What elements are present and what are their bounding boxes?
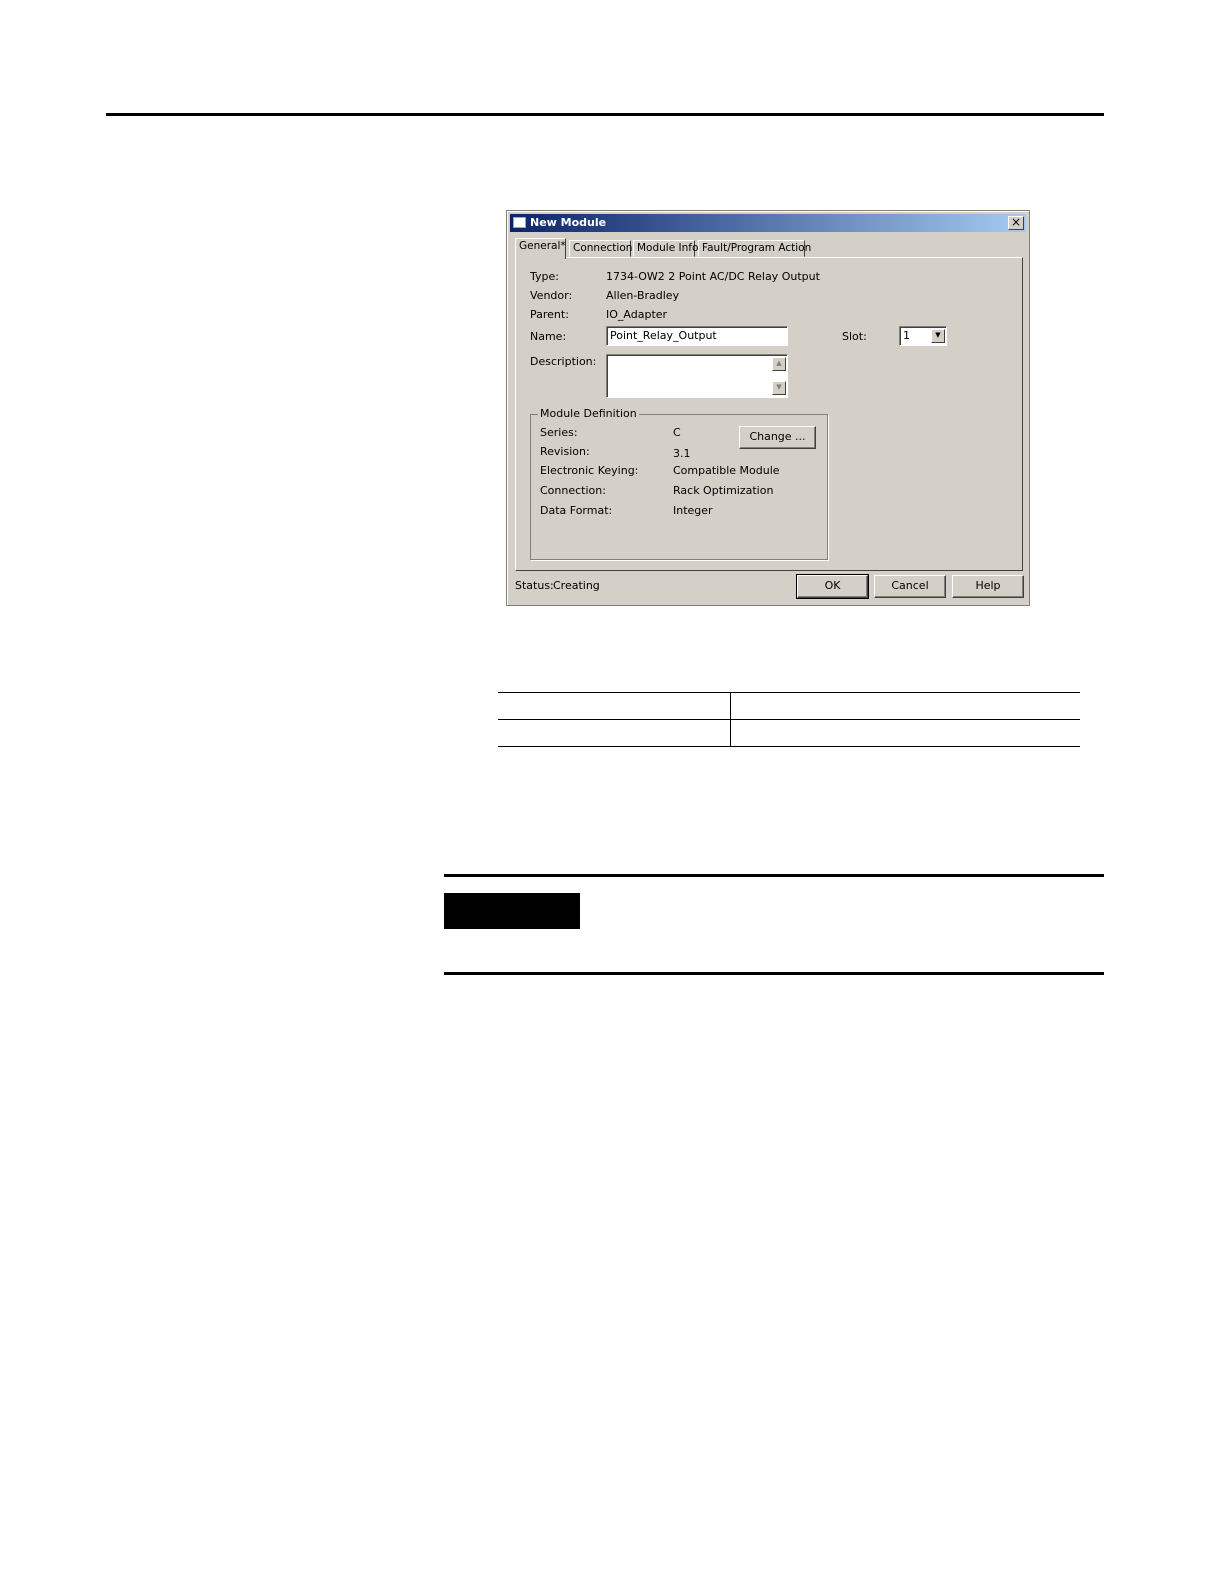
tab-module-info-label: Module Info <box>637 242 699 254</box>
dialog-title: New Module <box>530 216 607 229</box>
tab-general-label: General* <box>519 240 566 252</box>
table-bottom-rule <box>498 746 1080 747</box>
note-badge <box>444 893 580 929</box>
tab-connection-label: Connection <box>573 242 633 254</box>
window-icon <box>513 217 526 228</box>
table-column-divider <box>730 692 731 747</box>
data-format-label: Data Format: <box>540 504 613 517</box>
status-label: Status: <box>515 579 554 592</box>
tab-general[interactable]: General* <box>515 238 566 259</box>
slot-label: Slot: <box>842 330 867 343</box>
status-value: Creating <box>553 579 600 592</box>
data-format-value: Integer <box>673 504 713 517</box>
module-definition-title: Module Definition <box>538 407 639 420</box>
tab-connection[interactable]: Connection <box>569 240 633 257</box>
ok-button[interactable]: OK <box>796 574 869 599</box>
electronic-keying-value: Compatible Module <box>673 464 780 477</box>
note-top-rule <box>444 874 1104 877</box>
series-label: Series: <box>540 426 578 439</box>
parent-label: Parent: <box>530 308 569 321</box>
title-bar[interactable]: New Module × <box>510 214 1026 232</box>
down-arrow-icon[interactable]: ▼ <box>931 329 945 343</box>
series-value: C <box>673 426 681 439</box>
tab-fault-program-action-label: Fault/Program Action <box>702 242 812 254</box>
tab-module-info[interactable]: Module Info <box>633 240 699 257</box>
electronic-keying-label: Electronic Keying: <box>540 464 639 477</box>
connection-label: Connection: <box>540 484 606 497</box>
revision-value: 3.1 <box>673 447 691 460</box>
change-button[interactable]: Change ... <box>739 426 816 449</box>
revision-label: Revision: <box>540 445 590 458</box>
connection-value: Rack Optimization <box>673 484 774 497</box>
parent-value: IO_Adapter <box>606 308 668 321</box>
name-label: Name: <box>530 330 567 343</box>
new-module-dialog: New Module × General* Connection Module … <box>506 210 1030 606</box>
note-bottom-rule <box>444 972 1104 975</box>
page-header-rule <box>106 113 1104 116</box>
general-tab-panel: Type: 1734-OW2 2 Point AC/DC Relay Outpu… <box>515 257 1023 571</box>
close-icon: × <box>1010 215 1022 229</box>
type-label: Type: <box>530 270 559 283</box>
vendor-label: Vendor: <box>530 289 573 302</box>
description-textarea[interactable] <box>606 354 788 398</box>
table-top-rule <box>498 692 1080 693</box>
down-arrow-icon[interactable]: ▼ <box>772 381 786 395</box>
module-definition-group: Module Definition Series: C Revision: 3.… <box>530 407 828 560</box>
type-value: 1734-OW2 2 Point AC/DC Relay Output <box>606 270 820 283</box>
table-header-rule <box>498 719 1080 720</box>
help-button[interactable]: Help <box>952 575 1024 598</box>
cancel-button[interactable]: Cancel <box>874 575 946 598</box>
slot-select[interactable]: 1 ▼ <box>899 326 947 346</box>
vendor-value: Allen-Bradley <box>606 289 680 302</box>
up-arrow-icon[interactable]: ▲ <box>772 357 786 371</box>
description-label: Description: <box>530 355 597 368</box>
name-input[interactable]: Point_Relay_Output <box>606 326 788 346</box>
slot-value: 1 <box>903 329 910 342</box>
close-button[interactable]: × <box>1008 216 1024 230</box>
tab-fault-program-action[interactable]: Fault/Program Action <box>698 240 811 257</box>
